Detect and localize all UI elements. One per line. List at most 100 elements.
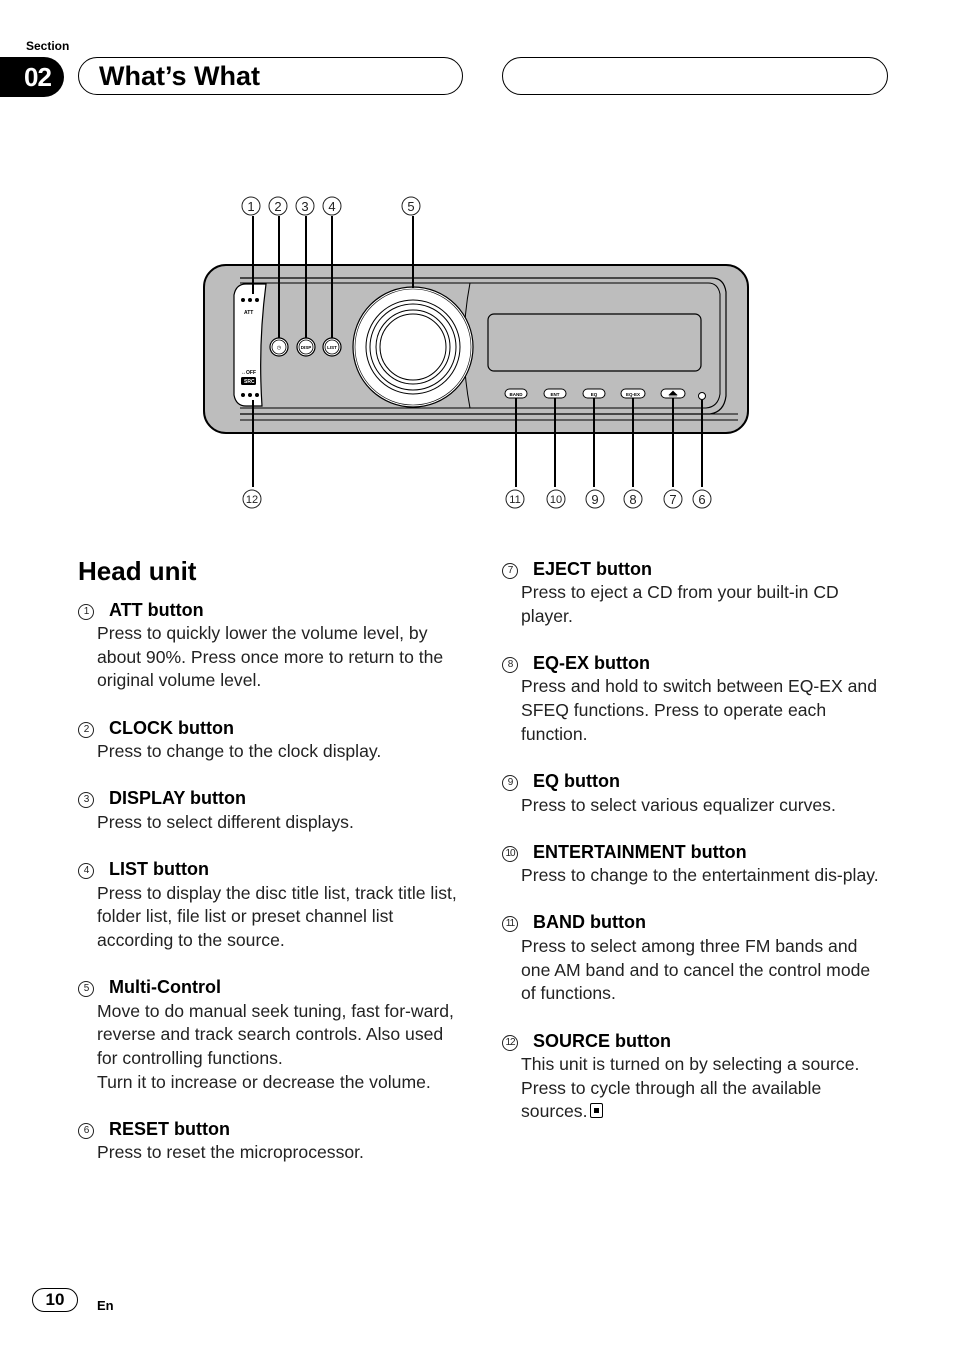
end-of-section-icon <box>589 1103 603 1119</box>
item-description: This unit is turned on by selecting a so… <box>521 1054 860 1122</box>
callout-6: 6 <box>692 489 712 509</box>
callout-9: 9 <box>585 489 605 509</box>
item-number: 2 <box>78 721 94 738</box>
section-number-badge: 02 <box>0 57 64 97</box>
item-description: Press to reset the microprocessor. <box>97 1142 364 1163</box>
item-title: DISPLAY button <box>109 788 247 809</box>
callout-4: 4 <box>322 196 342 216</box>
item-number: 5 <box>78 981 94 998</box>
item-description-wrap: This unit is turned on by selecting a so… <box>521 1053 887 1124</box>
item-number: 6 <box>78 1122 94 1139</box>
svg-text:DISP: DISP <box>301 345 312 350</box>
item-list: 4 LIST button Press to display the disc t… <box>78 858 463 953</box>
left-control-strip <box>233 283 267 407</box>
att-label: ATT <box>244 310 253 316</box>
svg-text:SRC: SRC <box>244 379 255 385</box>
item-clock: 2 CLOCK button Press to change to the clo… <box>78 716 463 764</box>
item-eq-ex: 8 EQ-EX button Press and hold to switch b… <box>502 651 887 746</box>
item-title: CLOCK button <box>109 717 234 738</box>
item-number: 9 <box>502 775 518 792</box>
svg-text:1: 1 <box>247 199 254 214</box>
items-left-column: 1 ATT button Press to quickly lower the v… <box>78 598 463 1188</box>
language-label: En <box>97 1298 114 1313</box>
item-number: 4 <box>78 863 94 880</box>
item-title: EQ-EX button <box>533 652 650 673</box>
items-right-column: 7 EJECT button Press to eject a CD from y… <box>502 557 887 1147</box>
svg-text:6: 6 <box>698 492 705 507</box>
item-title: ATT button <box>109 599 204 620</box>
callout-1: 1 <box>241 196 261 216</box>
svg-text:5: 5 <box>407 199 414 214</box>
reset-button[interactable] <box>698 392 706 400</box>
svg-text:8: 8 <box>629 492 636 507</box>
item-number: 12 <box>502 1034 518 1051</box>
item-title: ENTERTAINMENT button <box>533 841 747 862</box>
item-number: 10 <box>502 845 518 862</box>
item-title: BAND button <box>533 912 646 933</box>
entertainment-button[interactable]: ENT <box>543 388 567 399</box>
item-title: LIST button <box>109 859 209 880</box>
item-entertainment: 10 ENTERTAINMENT button Press to change t… <box>502 840 887 888</box>
multi-control-knob[interactable] <box>352 286 474 408</box>
page-number: 10 <box>32 1288 78 1312</box>
svg-text:4: 4 <box>328 199 335 214</box>
svg-text:BAND: BAND <box>510 392 524 397</box>
svg-text:12: 12 <box>246 494 258 506</box>
svg-text:EQ-EX: EQ-EX <box>626 392 640 397</box>
callout-5: 5 <box>401 196 421 216</box>
band-button[interactable]: BAND <box>504 388 528 399</box>
callout-11: 11 <box>505 489 525 509</box>
callout-12: 12 <box>242 489 262 509</box>
item-description: Press to select different displays. <box>97 811 354 832</box>
section-title: What’s What <box>99 60 260 91</box>
callout-7: 7 <box>663 489 683 509</box>
display-window <box>487 313 702 372</box>
subsection-heading: Head unit <box>78 556 197 586</box>
item-number: 3 <box>78 792 94 809</box>
item-band: 11 BAND button Press to select among thre… <box>502 911 887 1006</box>
item-eq: 9 EQ button Press to select various equal… <box>502 770 887 818</box>
svg-text:9: 9 <box>591 492 598 507</box>
callout-10: 10 <box>546 489 566 509</box>
item-description: Press to quickly lower the volume level,… <box>97 623 444 691</box>
svg-text:EQ: EQ <box>591 392 598 397</box>
blank-header-pill <box>502 57 888 95</box>
svg-text:7: 7 <box>669 492 676 507</box>
item-number: 11 <box>502 916 518 933</box>
item-description: Press to select various equalizer curves… <box>521 794 836 815</box>
item-description: Press to change to the entertainment dis… <box>521 865 879 886</box>
item-description: Press to change to the clock display. <box>97 741 382 762</box>
svg-text:11: 11 <box>509 494 520 506</box>
eject-button[interactable] <box>660 388 686 399</box>
section-label: Section <box>26 39 70 53</box>
item-title: EJECT button <box>533 558 652 579</box>
item-description: Move to do manual seek tuning, fast for-… <box>97 1000 454 1069</box>
item-att: 1 ATT button Press to quickly lower the v… <box>78 598 463 693</box>
eq-button[interactable]: EQ <box>582 388 606 399</box>
svg-text:3: 3 <box>301 199 308 214</box>
item-description: Press to eject a CD from your built-in C… <box>521 582 839 626</box>
svg-text:LIST: LIST <box>327 345 337 350</box>
item-eject: 7 EJECT button Press to eject a CD from y… <box>502 557 887 628</box>
item-title: SOURCE button <box>533 1030 671 1051</box>
item-description: Press to display the disc title list, tr… <box>97 882 457 950</box>
display-button[interactable]: DISP <box>296 337 316 357</box>
svg-text:2: 2 <box>274 199 281 214</box>
item-number: 1 <box>78 603 94 620</box>
item-title: Multi-Control <box>109 977 221 998</box>
clock-button[interactable]: ◷ <box>269 337 289 357</box>
callout-8: 8 <box>623 489 643 509</box>
svg-text:◷: ◷ <box>277 345 282 351</box>
item-number: 8 <box>502 656 518 673</box>
item-number: 7 <box>502 562 518 579</box>
head-unit-diagram: ATT ↔OFF SRC ◷ DISP LIST BAND ENT EQ EQ-… <box>203 196 749 509</box>
item-reset: 6 RESET button Press to reset the micropr… <box>78 1117 463 1165</box>
off-label: ↔OFF <box>241 370 256 376</box>
list-button[interactable]: LIST <box>322 337 342 357</box>
eq-ex-button[interactable]: EQ-EX <box>620 388 646 399</box>
callout-3: 3 <box>295 196 315 216</box>
item-description: Press to select among three FM bands and… <box>521 935 871 1004</box>
item-title: EQ button <box>533 771 620 792</box>
item-description-extra: Turn it to increase or decrease the volu… <box>97 1071 431 1092</box>
item-display: 3 DISPLAY button Press to select differen… <box>78 787 463 835</box>
